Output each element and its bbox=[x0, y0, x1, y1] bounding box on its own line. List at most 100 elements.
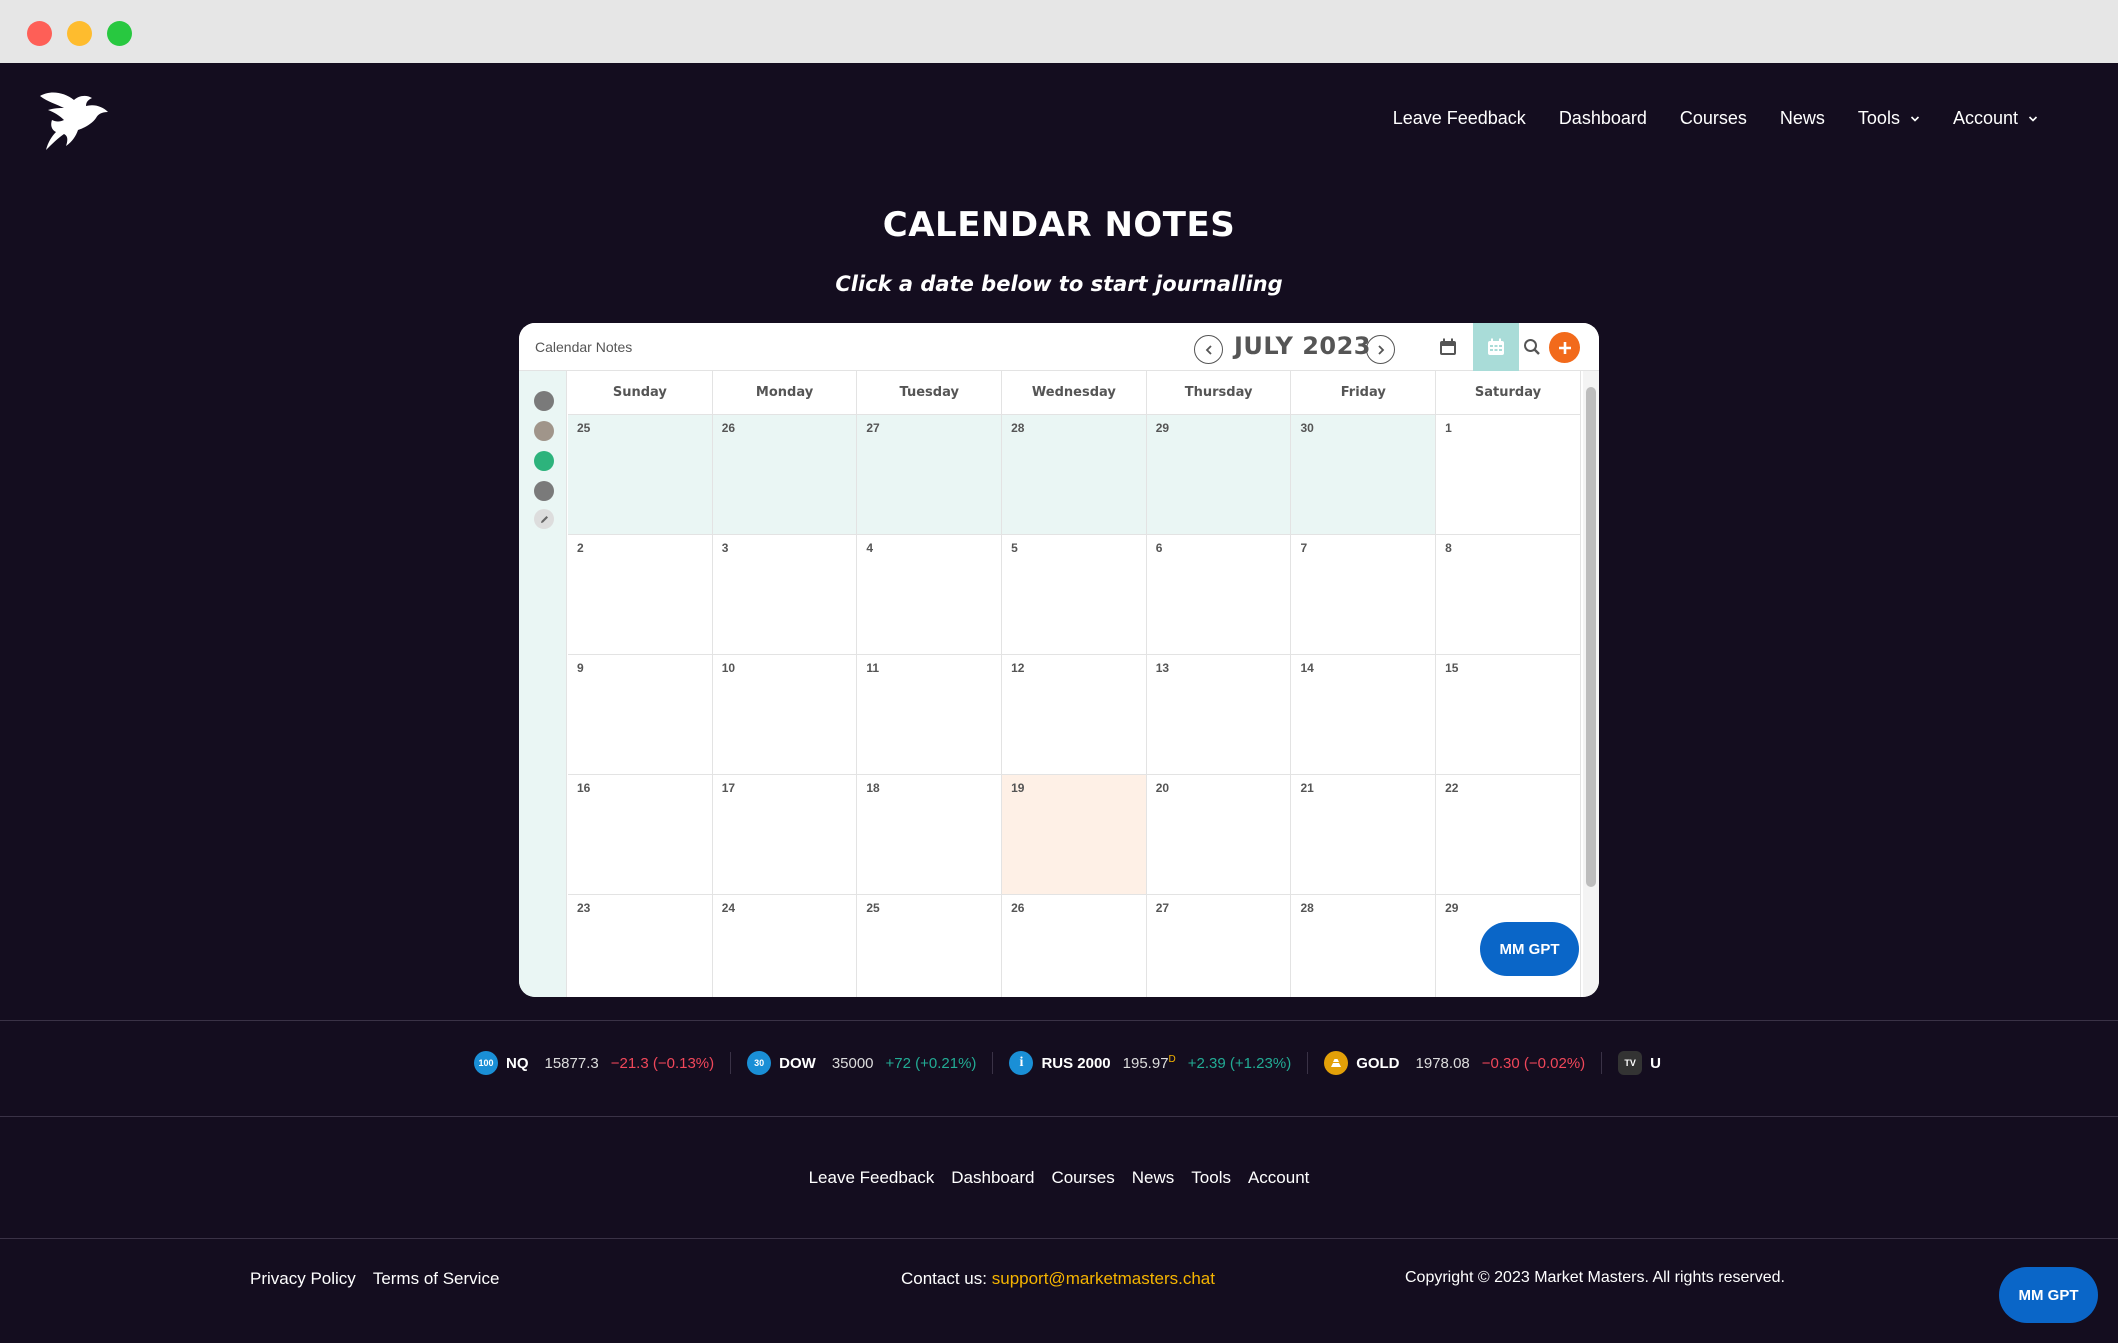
ticker-item-rus-2000[interactable]: i RUS 2000 195.97D +2.39 (+1.23%) bbox=[1009, 1051, 1291, 1075]
day-cell[interactable]: 8 bbox=[1436, 535, 1581, 654]
nav-item-label: News bbox=[1779, 108, 1825, 128]
day-number: 26 bbox=[721, 421, 736, 435]
weeks-container: 25 26 27 28 29 30 1 2 3 4 5 6 7 8 9 10 11 12 13 14 15 16 17 18 1… bbox=[568, 415, 1581, 997]
day-cell[interactable]: 2 bbox=[568, 535, 713, 654]
month-grid: Sunday Monday Tuesday Wednesday Thursday Frid… bbox=[568, 371, 1581, 997]
day-cell[interactable]: 16 bbox=[568, 775, 713, 894]
day-cell[interactable]: 11 bbox=[857, 655, 1003, 774]
day-cell[interactable]: 24 bbox=[713, 895, 858, 997]
mm-gpt-floating-button[interactable]: MM GPT bbox=[1999, 1267, 2098, 1323]
close-window-button[interactable] bbox=[27, 21, 52, 46]
day-cell[interactable]: 28 bbox=[1291, 895, 1437, 997]
calendar-month-icon bbox=[1488, 338, 1504, 355]
day-cell[interactable]: 25 bbox=[568, 415, 713, 534]
day-cell[interactable]: 23 bbox=[568, 895, 713, 997]
day-cell[interactable]: 4 bbox=[857, 535, 1003, 654]
ticker-item-partial[interactable]: TV U bbox=[1618, 1051, 1677, 1075]
day-cell[interactable]: 6 bbox=[1147, 535, 1292, 654]
ticker-change: +2.39 (+1.23%) bbox=[1187, 1054, 1292, 1072]
ticker-value: 195.97D bbox=[1123, 1054, 1176, 1072]
calendar-toolbar: Calendar Notes JULY 2023 bbox=[519, 323, 1599, 371]
footer-link-leave-feedback[interactable]: Leave Feedback bbox=[809, 1168, 935, 1188]
color-swatch[interactable] bbox=[534, 451, 554, 471]
nav-news[interactable]: News bbox=[1780, 108, 1825, 129]
footer-link-dashboard[interactable]: Dashboard bbox=[951, 1168, 1034, 1188]
ticker-badge-icon: 30 bbox=[747, 1051, 772, 1075]
chevron-down-icon bbox=[2028, 115, 2038, 122]
color-swatch[interactable] bbox=[534, 481, 554, 501]
day-cell[interactable]: 14 bbox=[1291, 655, 1437, 774]
mm-gpt-button[interactable]: MM GPT bbox=[1480, 922, 1579, 976]
day-cell[interactable]: 9 bbox=[568, 655, 713, 774]
footer-link-news[interactable]: News bbox=[1132, 1168, 1175, 1188]
color-swatch[interactable] bbox=[534, 421, 554, 441]
nav-courses[interactable]: Courses bbox=[1680, 108, 1747, 129]
footer-link-tools[interactable]: Tools bbox=[1191, 1168, 1231, 1188]
ticker-item-nq[interactable]: 100 NQ 15877.3 −21.3 (−0.13%) bbox=[474, 1051, 714, 1075]
day-cell[interactable]: 25 bbox=[857, 895, 1003, 997]
contact-label: Contact us: bbox=[901, 1269, 987, 1288]
nav-tools[interactable]: Tools bbox=[1858, 108, 1920, 129]
day-number: 20 bbox=[1155, 781, 1170, 795]
day-cell[interactable]: 21 bbox=[1291, 775, 1437, 894]
day-number: 11 bbox=[866, 661, 880, 675]
day-cell[interactable]: 7 bbox=[1291, 535, 1437, 654]
day-cell[interactable]: 3 bbox=[713, 535, 858, 654]
footer-link-courses[interactable]: Courses bbox=[1051, 1168, 1114, 1188]
day-cell[interactable]: 27 bbox=[1147, 895, 1292, 997]
ticker-value-number: 1978.08 bbox=[1415, 1054, 1470, 1072]
day-cell[interactable]: 22 bbox=[1436, 775, 1581, 894]
day-cell[interactable]: 26 bbox=[1002, 895, 1147, 997]
day-cell[interactable]: 1 bbox=[1436, 415, 1581, 534]
support-email-link[interactable]: support@marketmasters.chat bbox=[992, 1269, 1215, 1288]
terms-of-service-link[interactable]: Terms of Service bbox=[373, 1269, 500, 1289]
maximize-window-button[interactable] bbox=[107, 21, 132, 46]
calendar-scrollbar[interactable] bbox=[1583, 371, 1599, 997]
add-note-button[interactable] bbox=[1549, 332, 1580, 363]
nav-account[interactable]: Account bbox=[1953, 108, 2038, 129]
day-cell[interactable]: 20 bbox=[1147, 775, 1292, 894]
day-cell[interactable]: 17 bbox=[713, 775, 858, 894]
privacy-policy-link[interactable]: Privacy Policy bbox=[250, 1269, 356, 1289]
edit-colors-button[interactable] bbox=[534, 509, 554, 529]
day-cell-today[interactable]: 19 bbox=[1002, 775, 1147, 894]
day-cell[interactable]: 10 bbox=[713, 655, 858, 774]
ticker-badge-icon bbox=[1324, 1051, 1349, 1075]
month-view-button[interactable] bbox=[1473, 323, 1519, 371]
color-swatch[interactable] bbox=[534, 391, 554, 411]
week-row: 25 26 27 28 29 30 1 bbox=[568, 415, 1581, 535]
day-cell[interactable]: 12 bbox=[1002, 655, 1147, 774]
footer-divider bbox=[0, 1238, 2118, 1239]
day-cell[interactable]: 5 bbox=[1002, 535, 1147, 654]
ticker-item-dow[interactable]: 30 DOW 35000 +72 (+0.21%) bbox=[747, 1051, 976, 1075]
day-view-button[interactable] bbox=[1425, 323, 1471, 371]
day-cell[interactable]: 27 bbox=[857, 415, 1003, 534]
day-number: 14 bbox=[1300, 661, 1314, 675]
nav-leave-feedback[interactable]: Leave Feedback bbox=[1393, 108, 1526, 129]
day-cell[interactable]: 29 bbox=[1146, 415, 1292, 534]
day-number: 10 bbox=[721, 661, 736, 675]
day-cell[interactable]: 15 bbox=[1436, 655, 1581, 774]
ticker-value: 35000 bbox=[832, 1055, 874, 1072]
ticker-item-gold[interactable]: GOLD 1978.08 −0.30 (−0.02%) bbox=[1324, 1051, 1585, 1075]
day-number: 18 bbox=[866, 781, 880, 795]
day-cell[interactable]: 13 bbox=[1147, 655, 1292, 774]
day-cell[interactable]: 28 bbox=[1002, 415, 1147, 534]
search-button[interactable] bbox=[1515, 323, 1549, 371]
day-cell[interactable]: 26 bbox=[712, 415, 858, 534]
footer-link-account[interactable]: Account bbox=[1248, 1168, 1309, 1188]
nav-dashboard[interactable]: Dashboard bbox=[1559, 108, 1647, 129]
day-number: 19 bbox=[1011, 781, 1025, 795]
day-cell[interactable]: 30 bbox=[1291, 415, 1437, 534]
ticker-symbol: DOW bbox=[779, 1054, 816, 1072]
weekday-wednesday: Wednesday bbox=[1002, 371, 1147, 414]
minimize-window-button[interactable] bbox=[67, 21, 92, 46]
day-cell[interactable]: 18 bbox=[857, 775, 1003, 894]
scrollbar-thumb[interactable] bbox=[1586, 387, 1596, 887]
next-month-button[interactable] bbox=[1366, 335, 1395, 364]
month-label: JULY 2023 bbox=[1234, 332, 1372, 360]
nav-item-label: Dashboard bbox=[1558, 108, 1647, 128]
pegasus-logo-icon[interactable] bbox=[34, 86, 110, 152]
day-number: 8 bbox=[1445, 541, 1452, 555]
prev-month-button[interactable] bbox=[1194, 335, 1223, 364]
